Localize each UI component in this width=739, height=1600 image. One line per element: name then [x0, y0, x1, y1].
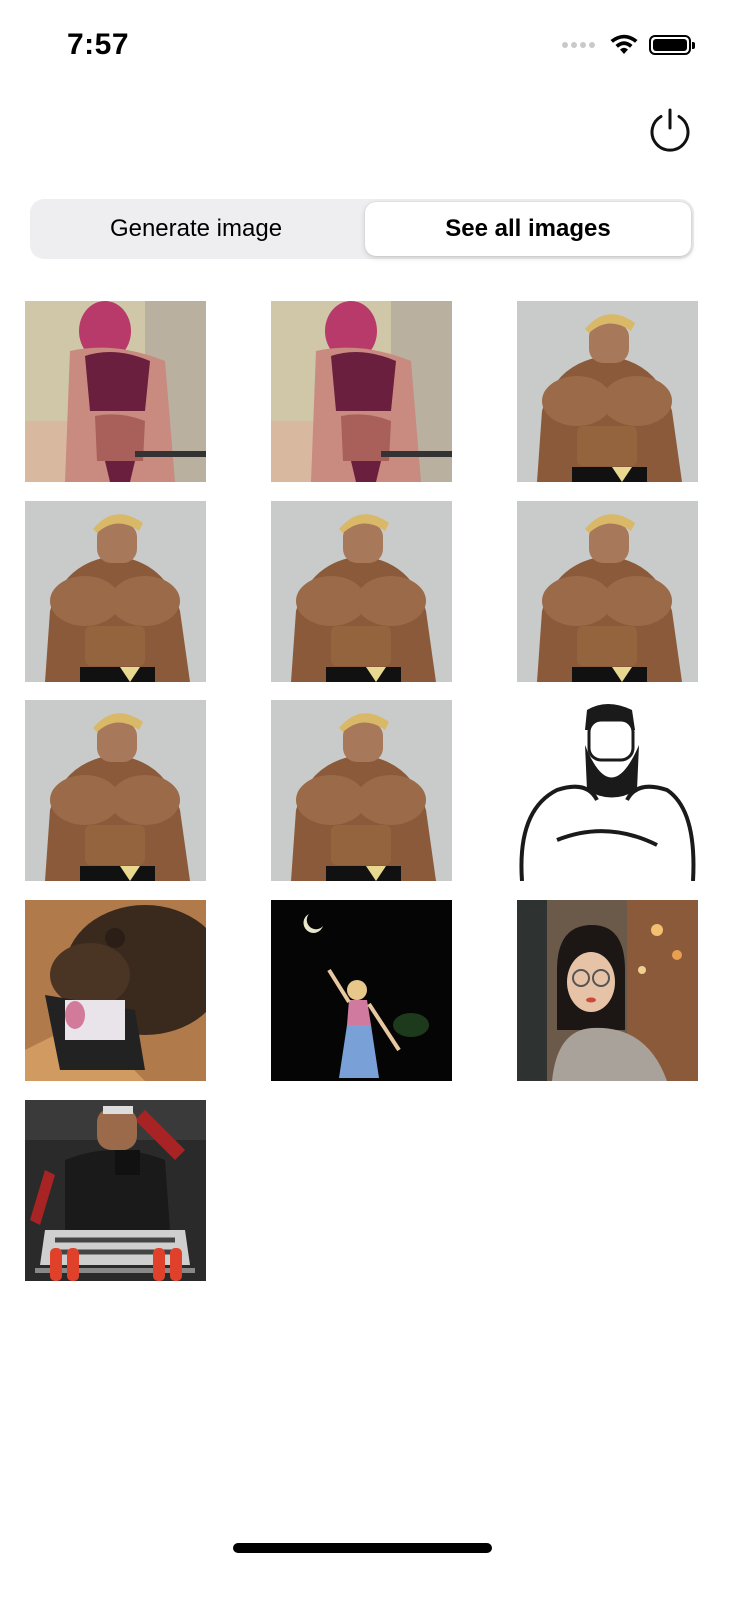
gallery-image[interactable]: [25, 301, 206, 482]
muscular-blond-man-image: [271, 501, 452, 682]
muscular-blond-man-image: [517, 501, 698, 682]
muscular-blond-man-image: [25, 700, 206, 881]
bear-with-laptop-image: [25, 900, 206, 1081]
gallery-image[interactable]: [271, 900, 452, 1081]
gallery-image[interactable]: [517, 700, 698, 881]
woman-glasses-cafe-image: [517, 900, 698, 1081]
muscular-anime-woman-image: [25, 301, 206, 482]
bearded-man-sketch-image: [517, 700, 698, 881]
gallery-image[interactable]: [271, 501, 452, 682]
image-gallery: [0, 0, 739, 1300]
muscular-blond-man-image: [25, 501, 206, 682]
doll-night-moon-image: [271, 900, 452, 1081]
gym-man-dumbbells-image: [25, 1100, 206, 1281]
gallery-image[interactable]: [271, 700, 452, 881]
home-indicator: [233, 1543, 492, 1553]
gallery-image[interactable]: [25, 900, 206, 1081]
gallery-image[interactable]: [25, 501, 206, 682]
gallery-image[interactable]: [25, 700, 206, 881]
gallery-image[interactable]: [517, 900, 698, 1081]
gallery-image[interactable]: [517, 501, 698, 682]
gallery-image[interactable]: [25, 1100, 206, 1281]
gallery-image[interactable]: [271, 301, 452, 482]
muscular-blond-man-image: [271, 700, 452, 881]
gallery-image[interactable]: [517, 301, 698, 482]
muscular-anime-woman-image: [271, 301, 452, 482]
muscular-blond-man-image: [517, 301, 698, 482]
